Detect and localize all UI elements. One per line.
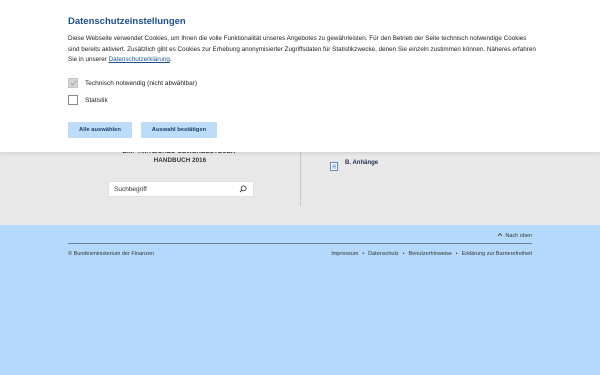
option-required-cookies: Technisch notwendig (nicht abwählbar)	[68, 78, 197, 88]
back-to-top-label: Nach oben	[505, 232, 532, 239]
confirm-selection-button[interactable]: Auswahl bestätigen	[141, 122, 217, 138]
cookie-consent-dialog: Datenschutzeinstellungen Diese Webseite …	[0, 0, 600, 152]
required-cookies-label: Technisch notwendig (nicht abwählbar)	[85, 79, 198, 87]
statistik-checkbox[interactable]	[68, 95, 78, 105]
cookie-text-end: .	[169, 56, 172, 63]
bullet-separator: •	[362, 251, 365, 257]
footer-link-datenschutz[interactable]: Datenschutz	[368, 251, 399, 257]
bullet-separator: •	[455, 251, 458, 257]
footer-link-benutzerhinweise[interactable]: Benutzerhinweise	[409, 251, 452, 257]
anhang-label: B. Anhänge	[345, 159, 379, 166]
privacy-policy-link[interactable]: Datenschutzerklärung	[109, 56, 170, 63]
copyright-text: © Bundesministerium der Finanzen	[68, 251, 154, 257]
magnifier-icon[interactable]	[238, 184, 248, 194]
cookie-dialog-text: Diese Webseite verwendet Cookies, um Ihn…	[68, 34, 538, 66]
option-statistik[interactable]: Statistik	[68, 95, 108, 105]
search-input[interactable]	[114, 185, 238, 193]
back-to-top-link[interactable]: Nach oben	[497, 232, 532, 239]
anhang-link[interactable]: B. Anhänge	[330, 158, 379, 171]
checkmark-icon	[69, 80, 77, 86]
footer-divider	[68, 243, 532, 244]
cookie-dialog-title: Datenschutzeinstellungen	[68, 16, 186, 27]
handbook-title: BMF-AMTLICHES GEWERBESTEUER- HANDBUCH 20…	[100, 150, 260, 166]
footer-link-impressum[interactable]: Impressum	[331, 251, 358, 257]
footer	[0, 225, 600, 375]
footer-link-barrierefreiheit[interactable]: Erklärung zur Barrierefreiheit	[462, 251, 532, 257]
select-all-button[interactable]: Alle auswählen	[68, 122, 132, 138]
search-box[interactable]	[108, 181, 254, 197]
handbook-title-line2: HANDBUCH 2016	[153, 157, 207, 164]
footer-links: Impressum • Datenschutz • Benutzerhinwei…	[331, 251, 532, 257]
chevron-up-icon	[497, 232, 503, 239]
column-divider	[300, 150, 301, 206]
document-icon	[330, 158, 338, 171]
statistik-label: Statistik	[85, 96, 108, 104]
bullet-separator: •	[402, 251, 405, 257]
required-cookies-checkbox	[68, 78, 78, 88]
